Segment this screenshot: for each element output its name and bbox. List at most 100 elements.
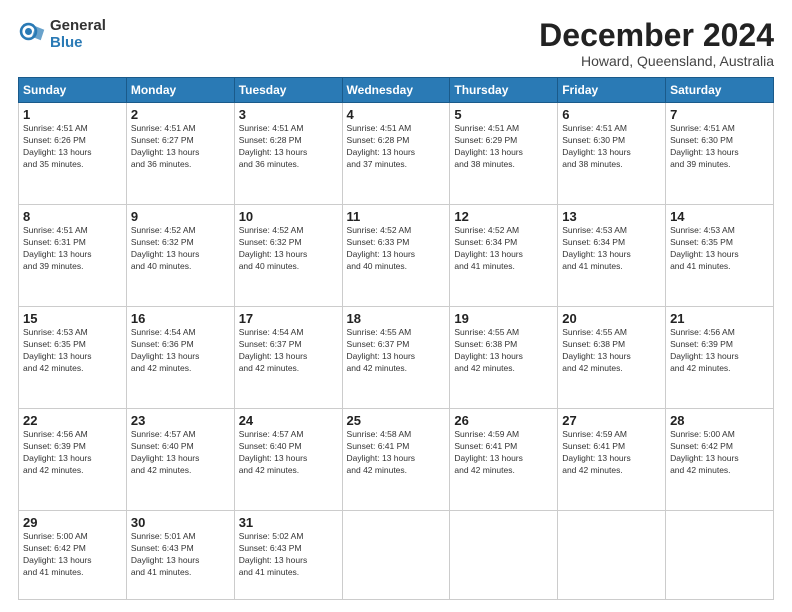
day-number: 26 bbox=[454, 413, 553, 428]
day-info: Sunrise: 4:52 AM Sunset: 6:34 PM Dayligh… bbox=[454, 225, 553, 273]
day-number: 25 bbox=[347, 413, 446, 428]
calendar-cell bbox=[666, 511, 774, 600]
logo-icon bbox=[18, 21, 46, 49]
calendar-cell: 17 Sunrise: 4:54 AM Sunset: 6:37 PM Dayl… bbox=[234, 307, 342, 409]
calendar-cell: 23 Sunrise: 4:57 AM Sunset: 6:40 PM Dayl… bbox=[126, 409, 234, 511]
calendar-cell: 24 Sunrise: 4:57 AM Sunset: 6:40 PM Dayl… bbox=[234, 409, 342, 511]
day-info: Sunrise: 4:51 AM Sunset: 6:28 PM Dayligh… bbox=[347, 123, 446, 171]
day-number: 9 bbox=[131, 209, 230, 224]
day-header-thursday: Thursday bbox=[450, 78, 558, 103]
calendar-cell: 26 Sunrise: 4:59 AM Sunset: 6:41 PM Dayl… bbox=[450, 409, 558, 511]
calendar-cell: 15 Sunrise: 4:53 AM Sunset: 6:35 PM Dayl… bbox=[19, 307, 127, 409]
calendar-cell: 28 Sunrise: 5:00 AM Sunset: 6:42 PM Dayl… bbox=[666, 409, 774, 511]
day-header-monday: Monday bbox=[126, 78, 234, 103]
day-info: Sunrise: 4:54 AM Sunset: 6:36 PM Dayligh… bbox=[131, 327, 230, 375]
calendar-cell: 5 Sunrise: 4:51 AM Sunset: 6:29 PM Dayli… bbox=[450, 103, 558, 205]
calendar-cell: 3 Sunrise: 4:51 AM Sunset: 6:28 PM Dayli… bbox=[234, 103, 342, 205]
day-info: Sunrise: 5:02 AM Sunset: 6:43 PM Dayligh… bbox=[239, 531, 338, 579]
logo-blue-text: Blue bbox=[50, 34, 83, 51]
day-number: 14 bbox=[670, 209, 769, 224]
day-number: 3 bbox=[239, 107, 338, 122]
day-number: 2 bbox=[131, 107, 230, 122]
calendar-cell: 8 Sunrise: 4:51 AM Sunset: 6:31 PM Dayli… bbox=[19, 205, 127, 307]
calendar-cell: 6 Sunrise: 4:51 AM Sunset: 6:30 PM Dayli… bbox=[558, 103, 666, 205]
calendar-cell bbox=[450, 511, 558, 600]
day-info: Sunrise: 4:51 AM Sunset: 6:30 PM Dayligh… bbox=[670, 123, 769, 171]
day-info: Sunrise: 4:52 AM Sunset: 6:32 PM Dayligh… bbox=[131, 225, 230, 273]
day-info: Sunrise: 4:58 AM Sunset: 6:41 PM Dayligh… bbox=[347, 429, 446, 477]
day-info: Sunrise: 4:57 AM Sunset: 6:40 PM Dayligh… bbox=[131, 429, 230, 477]
day-number: 23 bbox=[131, 413, 230, 428]
calendar-cell bbox=[558, 511, 666, 600]
day-info: Sunrise: 4:59 AM Sunset: 6:41 PM Dayligh… bbox=[562, 429, 661, 477]
week-row: 8 Sunrise: 4:51 AM Sunset: 6:31 PM Dayli… bbox=[19, 205, 774, 307]
day-number: 13 bbox=[562, 209, 661, 224]
calendar-cell: 16 Sunrise: 4:54 AM Sunset: 6:36 PM Dayl… bbox=[126, 307, 234, 409]
day-info: Sunrise: 4:51 AM Sunset: 6:28 PM Dayligh… bbox=[239, 123, 338, 171]
calendar-cell bbox=[342, 511, 450, 600]
day-info: Sunrise: 4:51 AM Sunset: 6:26 PM Dayligh… bbox=[23, 123, 122, 171]
day-info: Sunrise: 4:53 AM Sunset: 6:35 PM Dayligh… bbox=[670, 225, 769, 273]
day-info: Sunrise: 4:51 AM Sunset: 6:29 PM Dayligh… bbox=[454, 123, 553, 171]
calendar-cell: 2 Sunrise: 4:51 AM Sunset: 6:27 PM Dayli… bbox=[126, 103, 234, 205]
calendar-cell: 10 Sunrise: 4:52 AM Sunset: 6:32 PM Dayl… bbox=[234, 205, 342, 307]
day-number: 7 bbox=[670, 107, 769, 122]
day-number: 19 bbox=[454, 311, 553, 326]
calendar-cell: 9 Sunrise: 4:52 AM Sunset: 6:32 PM Dayli… bbox=[126, 205, 234, 307]
calendar-cell: 18 Sunrise: 4:55 AM Sunset: 6:37 PM Dayl… bbox=[342, 307, 450, 409]
calendar-cell: 14 Sunrise: 4:53 AM Sunset: 6:35 PM Dayl… bbox=[666, 205, 774, 307]
day-header-tuesday: Tuesday bbox=[234, 78, 342, 103]
day-number: 28 bbox=[670, 413, 769, 428]
day-number: 12 bbox=[454, 209, 553, 224]
calendar-cell: 19 Sunrise: 4:55 AM Sunset: 6:38 PM Dayl… bbox=[450, 307, 558, 409]
day-info: Sunrise: 4:51 AM Sunset: 6:31 PM Dayligh… bbox=[23, 225, 122, 273]
day-number: 29 bbox=[23, 515, 122, 530]
calendar-cell: 30 Sunrise: 5:01 AM Sunset: 6:43 PM Dayl… bbox=[126, 511, 234, 600]
month-title: December 2024 bbox=[539, 18, 774, 53]
day-info: Sunrise: 5:00 AM Sunset: 6:42 PM Dayligh… bbox=[23, 531, 122, 579]
day-number: 30 bbox=[131, 515, 230, 530]
calendar-cell: 31 Sunrise: 5:02 AM Sunset: 6:43 PM Dayl… bbox=[234, 511, 342, 600]
calendar-cell: 4 Sunrise: 4:51 AM Sunset: 6:28 PM Dayli… bbox=[342, 103, 450, 205]
day-info: Sunrise: 5:01 AM Sunset: 6:43 PM Dayligh… bbox=[131, 531, 230, 579]
day-number: 31 bbox=[239, 515, 338, 530]
day-number: 17 bbox=[239, 311, 338, 326]
calendar-cell: 29 Sunrise: 5:00 AM Sunset: 6:42 PM Dayl… bbox=[19, 511, 127, 600]
day-info: Sunrise: 4:51 AM Sunset: 6:30 PM Dayligh… bbox=[562, 123, 661, 171]
day-info: Sunrise: 5:00 AM Sunset: 6:42 PM Dayligh… bbox=[670, 429, 769, 477]
day-header-saturday: Saturday bbox=[666, 78, 774, 103]
day-info: Sunrise: 4:55 AM Sunset: 6:38 PM Dayligh… bbox=[454, 327, 553, 375]
logo-general-text: General bbox=[50, 17, 106, 34]
day-number: 20 bbox=[562, 311, 661, 326]
calendar-cell: 1 Sunrise: 4:51 AM Sunset: 6:26 PM Dayli… bbox=[19, 103, 127, 205]
day-number: 15 bbox=[23, 311, 122, 326]
calendar-cell: 13 Sunrise: 4:53 AM Sunset: 6:34 PM Dayl… bbox=[558, 205, 666, 307]
week-row: 15 Sunrise: 4:53 AM Sunset: 6:35 PM Dayl… bbox=[19, 307, 774, 409]
logo: General Blue bbox=[18, 18, 106, 51]
day-number: 5 bbox=[454, 107, 553, 122]
day-info: Sunrise: 4:55 AM Sunset: 6:37 PM Dayligh… bbox=[347, 327, 446, 375]
day-number: 1 bbox=[23, 107, 122, 122]
calendar-cell: 7 Sunrise: 4:51 AM Sunset: 6:30 PM Dayli… bbox=[666, 103, 774, 205]
calendar-cell: 11 Sunrise: 4:52 AM Sunset: 6:33 PM Dayl… bbox=[342, 205, 450, 307]
calendar-cell: 25 Sunrise: 4:58 AM Sunset: 6:41 PM Dayl… bbox=[342, 409, 450, 511]
day-number: 10 bbox=[239, 209, 338, 224]
calendar-cell: 20 Sunrise: 4:55 AM Sunset: 6:38 PM Dayl… bbox=[558, 307, 666, 409]
day-number: 24 bbox=[239, 413, 338, 428]
week-row: 29 Sunrise: 5:00 AM Sunset: 6:42 PM Dayl… bbox=[19, 511, 774, 600]
calendar-cell: 27 Sunrise: 4:59 AM Sunset: 6:41 PM Dayl… bbox=[558, 409, 666, 511]
day-info: Sunrise: 4:53 AM Sunset: 6:34 PM Dayligh… bbox=[562, 225, 661, 273]
day-number: 8 bbox=[23, 209, 122, 224]
day-info: Sunrise: 4:54 AM Sunset: 6:37 PM Dayligh… bbox=[239, 327, 338, 375]
day-info: Sunrise: 4:52 AM Sunset: 6:32 PM Dayligh… bbox=[239, 225, 338, 273]
calendar-cell: 12 Sunrise: 4:52 AM Sunset: 6:34 PM Dayl… bbox=[450, 205, 558, 307]
day-info: Sunrise: 4:53 AM Sunset: 6:35 PM Dayligh… bbox=[23, 327, 122, 375]
day-header-friday: Friday bbox=[558, 78, 666, 103]
day-info: Sunrise: 4:55 AM Sunset: 6:38 PM Dayligh… bbox=[562, 327, 661, 375]
day-number: 16 bbox=[131, 311, 230, 326]
day-header-wednesday: Wednesday bbox=[342, 78, 450, 103]
day-info: Sunrise: 4:52 AM Sunset: 6:33 PM Dayligh… bbox=[347, 225, 446, 273]
day-info: Sunrise: 4:51 AM Sunset: 6:27 PM Dayligh… bbox=[131, 123, 230, 171]
day-number: 11 bbox=[347, 209, 446, 224]
day-number: 6 bbox=[562, 107, 661, 122]
